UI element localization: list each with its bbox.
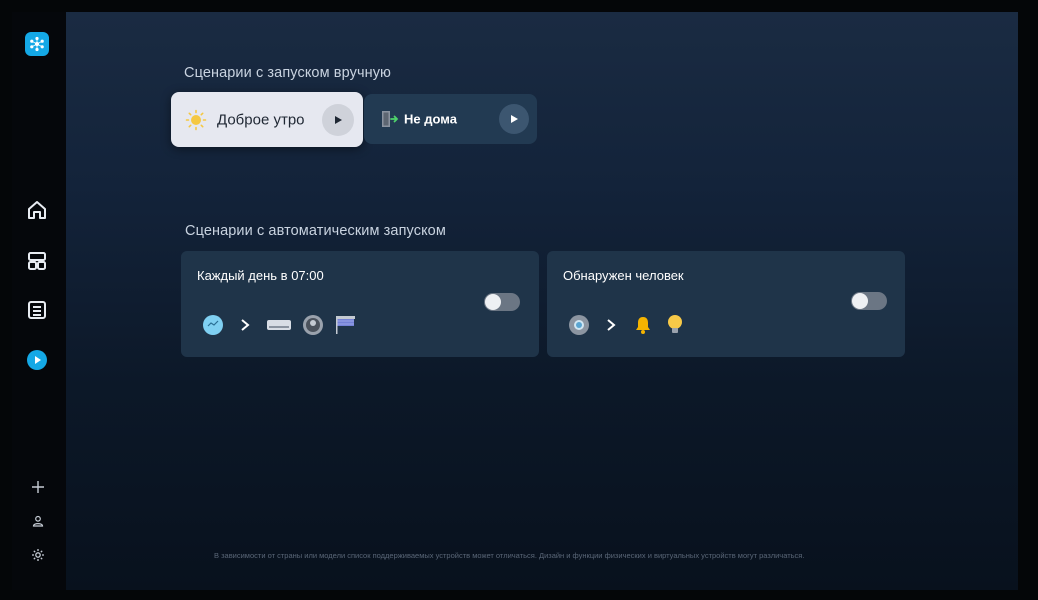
automation-flow [567,314,695,336]
bell-icon [631,314,655,336]
air-conditioner-icon [265,314,293,336]
auto-scenes-title: Сценарии с автоматическим запуском [185,223,446,239]
smartthings-logo-icon[interactable] [25,32,49,56]
scene-card-good-morning[interactable]: Доброе утро [171,92,363,147]
toggle-knob [485,294,501,310]
play-button[interactable] [322,103,354,136]
automation-card-presence[interactable]: Обнаружен человек [547,251,905,357]
tv-frame: Сценарии с запуском вручную Доброе утро [0,0,1038,600]
automation-flow [201,314,365,336]
play-circle-icon[interactable] [26,349,48,371]
disclaimer-text: В зависимости от страны или модели списо… [214,551,805,560]
automation-title: Обнаружен человек [563,268,684,283]
sidebar [12,12,66,590]
automation-title: Каждый день в 07:00 [197,268,324,283]
gear-icon[interactable] [31,548,45,562]
scene-card-away[interactable]: Не дома [364,94,537,144]
main-content: Сценарии с запуском вручную Доброе утро [66,12,1018,590]
robot-vacuum-icon [301,314,325,336]
play-icon [335,115,342,124]
blinds-icon [333,314,357,336]
chevron-right-icon [599,314,623,336]
play-icon [511,115,518,123]
list-icon[interactable] [26,299,48,321]
sun-icon [185,109,207,131]
home-icon[interactable] [26,199,48,221]
dashboard-icon[interactable] [26,250,48,272]
person-icon[interactable] [31,514,45,528]
automation-card-daily[interactable]: Каждый день в 07:00 [181,251,539,357]
toggle-knob [852,293,868,309]
manual-scenes-title: Сценарии с запуском вручную [184,65,392,81]
motion-sensor-icon [567,314,591,336]
plus-icon[interactable] [31,480,45,494]
lightbulb-icon [663,314,687,336]
door-exit-icon [378,108,400,130]
scene-label: Доброе утро [217,111,305,128]
scene-label: Не дома [404,111,457,127]
automation-toggle[interactable] [484,293,520,311]
play-button[interactable] [499,104,529,134]
clock-icon [201,314,225,336]
automation-toggle[interactable] [851,292,887,310]
chevron-right-icon [233,314,257,336]
